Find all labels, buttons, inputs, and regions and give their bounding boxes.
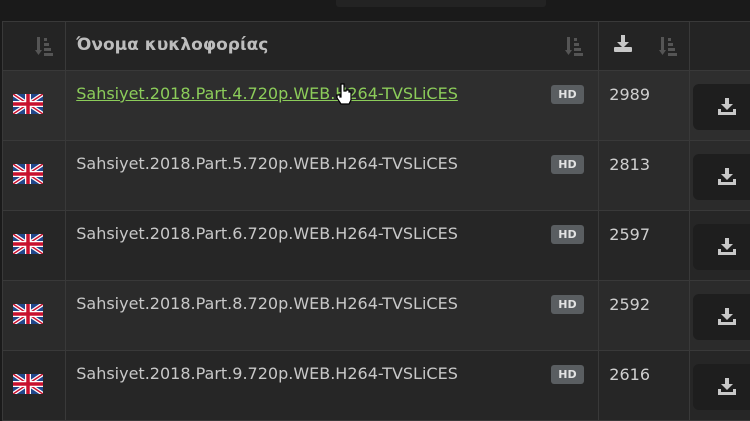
language-cell (3, 351, 66, 421)
downloads-cell: 2592 (599, 281, 689, 351)
uk-flag-icon (13, 164, 43, 184)
action-cell (689, 281, 750, 351)
top-strip (0, 0, 750, 22)
hd-badge: HD (551, 85, 583, 104)
release-name-cell: Sahsiyet.2018.Part.5.720p.WEB.H264-TVSLi… (66, 141, 599, 211)
download-icon (717, 98, 737, 116)
uk-flag-icon (13, 234, 43, 254)
release-link[interactable]: Sahsiyet.2018.Part.5.720p.WEB.H264-TVSLi… (76, 154, 458, 173)
downloads-column-header[interactable] (599, 22, 689, 71)
downloads-cell: 2597 (599, 211, 689, 281)
action-cell (689, 211, 750, 281)
release-name-column-header[interactable]: Όνομα κυκλοφορίας (66, 22, 599, 71)
language-cell (3, 141, 66, 211)
downloads-cell: 2989 (599, 71, 689, 141)
hd-badge: HD (551, 225, 583, 244)
downloads-cell: 2813 (599, 141, 689, 211)
releases-table: Όνομα κυκλοφορίας (2, 21, 750, 421)
download-icon (717, 378, 737, 396)
release-name-cell: Sahsiyet.2018.Part.9.720p.WEB.H264-TVSLi… (66, 351, 599, 421)
download-icon (613, 34, 633, 54)
sort-icon[interactable] (565, 35, 583, 57)
uk-flag-icon (13, 94, 43, 114)
download-count: 2592 (599, 281, 688, 314)
table-row: Sahsiyet.2018.Part.9.720p.WEB.H264-TVSLi… (3, 351, 750, 421)
uk-flag-icon (13, 374, 43, 394)
hand-cursor-icon (335, 83, 353, 105)
release-name-header-label: Όνομα κυκλοφορίας (76, 35, 268, 55)
release-name-cell: Sahsiyet.2018.Part.8.720p.WEB.H264-TVSLi… (66, 281, 599, 351)
hd-badge: HD (551, 155, 583, 174)
download-button[interactable] (693, 294, 750, 340)
download-count: 2597 (599, 211, 688, 244)
release-link[interactable]: Sahsiyet.2018.Part.6.720p.WEB.H264-TVSLi… (76, 224, 458, 243)
release-name-cell: Sahsiyet.2018.Part.4.720p.WEB.H264-TVSLi… (66, 71, 599, 141)
download-button[interactable] (693, 154, 750, 200)
hd-badge: HD (551, 365, 583, 384)
table-header-row: Όνομα κυκλοφορίας (3, 22, 750, 71)
action-cell (689, 71, 750, 141)
table-row: Sahsiyet.2018.Part.6.720p.WEB.H264-TVSLi… (3, 211, 750, 281)
download-button[interactable] (693, 364, 750, 410)
uk-flag-icon (13, 304, 43, 324)
action-cell (689, 141, 750, 211)
language-cell (3, 281, 66, 351)
download-icon (717, 238, 737, 256)
release-link[interactable]: Sahsiyet.2018.Part.4.720p.WEB.H264-TVSLi… (76, 84, 458, 103)
top-tab (336, 0, 546, 7)
table-row: Sahsiyet.2018.Part.5.720p.WEB.H264-TVSLi… (3, 141, 750, 211)
downloads-cell: 2616 (599, 351, 689, 421)
table-row: Sahsiyet.2018.Part.4.720p.WEB.H264-TVSLi… (3, 71, 750, 141)
actions-column-header (689, 22, 750, 71)
sort-icon[interactable] (659, 35, 677, 57)
language-cell (3, 211, 66, 281)
release-link[interactable]: Sahsiyet.2018.Part.9.720p.WEB.H264-TVSLi… (76, 364, 458, 383)
action-cell (689, 351, 750, 421)
release-link[interactable]: Sahsiyet.2018.Part.8.720p.WEB.H264-TVSLi… (76, 294, 458, 313)
download-button[interactable] (693, 224, 750, 270)
download-icon (717, 308, 737, 326)
download-icon (717, 168, 737, 186)
download-count: 2616 (599, 351, 688, 384)
hd-badge: HD (551, 295, 583, 314)
sort-icon[interactable] (35, 35, 53, 57)
language-cell (3, 71, 66, 141)
download-count: 2989 (599, 71, 688, 104)
language-column-header[interactable] (3, 22, 66, 71)
table-row: Sahsiyet.2018.Part.8.720p.WEB.H264-TVSLi… (3, 281, 750, 351)
release-name-cell: Sahsiyet.2018.Part.6.720p.WEB.H264-TVSLi… (66, 211, 599, 281)
download-button[interactable] (693, 84, 750, 130)
download-count: 2813 (599, 141, 688, 174)
